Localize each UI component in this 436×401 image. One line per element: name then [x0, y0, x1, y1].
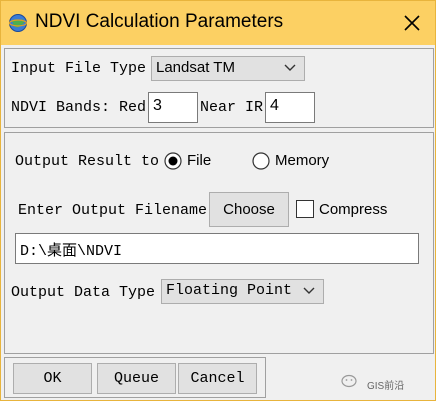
queue-button[interactable]: Queue [97, 363, 176, 394]
output-data-type-value: Floating Point [166, 282, 293, 299]
choose-button[interactable]: Choose [209, 192, 289, 227]
window-title: NDVI Calculation Parameters [35, 11, 284, 32]
cancel-button[interactable]: Cancel [178, 363, 257, 394]
ok-button[interactable]: OK [13, 363, 92, 394]
input-file-type-value: Landsat TM [156, 59, 235, 76]
chevron-down-icon [284, 64, 296, 71]
output-data-type-label: Output Data Type [11, 284, 156, 301]
radio-file[interactable] [164, 152, 182, 170]
near-ir-label: Near IR [200, 99, 264, 116]
output-data-type-select[interactable]: Floating Point [161, 279, 324, 304]
ndvi-bands-label: NDVI Bands: Red [11, 99, 147, 116]
near-ir-input[interactable]: 4 [265, 92, 315, 123]
radio-memory[interactable] [252, 152, 270, 170]
red-band-input[interactable]: 3 [148, 92, 198, 123]
chevron-down-icon [303, 287, 315, 294]
input-file-type-select[interactable]: Landsat TM [151, 56, 305, 81]
globe-icon [8, 14, 28, 32]
compress-checkbox[interactable] [296, 200, 314, 218]
radio-memory-label: Memory [275, 152, 330, 169]
radio-file-label: File [187, 152, 212, 169]
watermark-text: GIS前沿 [367, 381, 405, 392]
title-bar[interactable]: NDVI Calculation Parameters [1, 1, 435, 45]
input-file-type-label: Input File Type [11, 60, 147, 77]
close-icon[interactable] [400, 11, 424, 35]
output-path-input[interactable]: D:\桌面\NDVI [15, 233, 419, 264]
dialog-window: NDVI Calculation Parameters Input File T… [0, 0, 436, 401]
output-result-to-label: Output Result to [15, 153, 160, 170]
output-filename-label: Enter Output Filename [18, 202, 208, 219]
wechat-icon [341, 374, 357, 388]
compress-label: Compress [319, 201, 388, 218]
